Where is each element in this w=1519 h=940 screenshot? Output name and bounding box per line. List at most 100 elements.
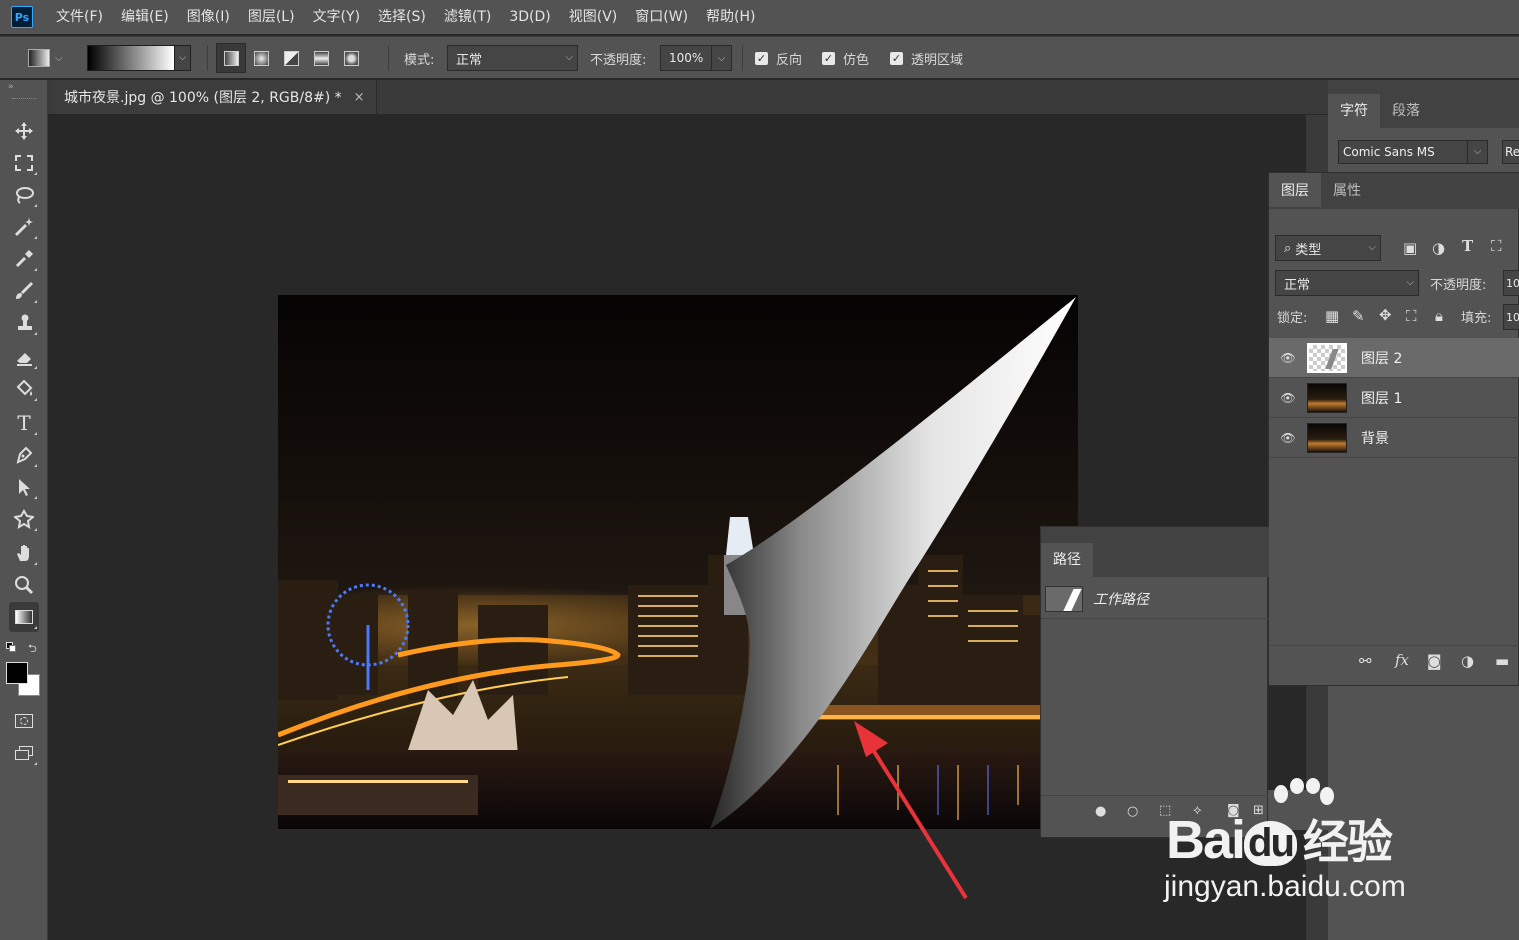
menu-filter[interactable]: 滤镜(T) [435,0,500,34]
diamond-gradient-icon [343,50,359,66]
reverse-checkbox[interactable]: ✓ 反向 [755,37,802,79]
lock-all-icon[interactable]: 🔒︎ [1435,307,1443,325]
marquee-icon [15,155,33,171]
tab-properties[interactable]: 属性 [1321,173,1373,207]
linear-gradient-button[interactable] [216,43,246,73]
diamond-gradient-button[interactable] [336,43,366,73]
menu-image[interactable]: 图像(I) [178,0,239,34]
reflected-gradient-button[interactable] [306,43,336,73]
fill-path-icon[interactable]: ● [1095,804,1106,819]
folder-icon[interactable]: ▬ [1495,652,1509,670]
shape-filter-icon[interactable]: ⛶ [1491,237,1502,255]
eye-icon[interactable]: 👁︎ [1269,431,1307,445]
lock-transparent-pixels-icon[interactable]: ▦ [1325,307,1339,325]
menu-select[interactable]: 选择(S) [369,0,435,34]
clone-stamp-tool[interactable] [9,308,39,338]
annotation-arrow [854,721,968,900]
fill-input[interactable]: 10 [1503,304,1519,330]
custom-shape-tool[interactable] [9,504,39,534]
tab-layers[interactable]: 图层 [1269,173,1321,207]
gradient-tool[interactable] [9,602,39,632]
opacity-input[interactable]: 100% [660,45,712,71]
menu-help[interactable]: 帮助(H) [697,0,764,34]
chevron-down-icon[interactable]: ⌵ [175,45,191,71]
eraser-icon [17,353,32,366]
mode-dropdown[interactable]: 正常 ⌵ [447,45,578,71]
shape-icon [14,509,34,529]
tab-paragraph[interactable]: 段落 [1380,94,1432,128]
document-tab[interactable]: 城市夜景.jpg @ 100% (图层 2, RGB/8#) * × [52,80,377,114]
layer-filter-value: 类型 [1295,242,1322,258]
lock-artboard-icon[interactable]: ⛶ [1406,307,1417,325]
gradient-picker[interactable]: ⌵ [87,37,191,79]
path-selection-tool[interactable] [9,472,39,502]
move-tool[interactable] [9,116,39,146]
menu-file[interactable]: 文件(F) [47,0,112,34]
type-filter-icon[interactable]: T [1462,237,1473,255]
eraser-tool[interactable] [9,342,39,372]
image-filter-icon[interactable]: ▣ [1403,239,1417,257]
tool-preset-picker[interactable]: ⌵ [28,37,63,79]
paint-bucket-tool[interactable] [9,374,39,404]
dither-checkbox[interactable]: ✓ 仿色 [822,37,869,79]
tab-character[interactable]: 字符 [1328,94,1380,128]
eyedropper-tool[interactable] [9,244,39,274]
layer-row-layer-2[interactable]: 👁︎ 图层 2 [1269,338,1519,378]
radial-gradient-button[interactable] [246,43,276,73]
type-tool[interactable]: T [9,408,39,438]
collapse-arrows-icon[interactable]: » [8,82,14,92]
marquee-tool[interactable] [9,148,39,178]
swap-colors-icon[interactable]: ⮌ [28,640,37,659]
blend-mode-dropdown[interactable]: 正常 ⌵ [1275,270,1419,296]
menu-window[interactable]: 窗口(W) [626,0,697,34]
pen-tool[interactable] [9,440,39,470]
adjustment-filter-icon[interactable]: ◑ [1432,239,1445,257]
adjustment-layer-icon[interactable]: ◑ [1461,652,1474,670]
layer-row-background[interactable]: 👁︎ 背景 [1269,418,1519,458]
layer-opacity-input[interactable]: 10 [1503,270,1519,296]
layer-name: 背景 [1361,430,1389,447]
screen-mode-button[interactable] [9,738,39,768]
arrow-pointer-icon [19,479,30,496]
transparency-checkbox[interactable]: ✓ 透明区域 [890,37,963,79]
lock-position-icon[interactable]: ✥ [1379,306,1392,324]
dither-label: 仿色 [843,52,870,68]
tab-paths[interactable]: 路径 [1041,543,1093,577]
opacity-slider-toggle[interactable]: ⌵ [712,45,732,71]
font-family-dropdown[interactable]: Comic Sans MS ⌵ [1338,140,1488,164]
gradient-swatch[interactable] [87,45,175,71]
magic-wand-tool[interactable] [9,212,39,242]
menu-edit[interactable]: 编辑(E) [112,0,178,34]
quick-mask-button[interactable] [9,706,39,736]
screen-mode-icon [15,746,33,760]
hand-tool[interactable] [9,538,39,568]
foreground-color-swatch[interactable] [6,662,28,684]
fx-icon[interactable]: fx [1395,651,1409,669]
layer-filter-dropdown[interactable]: ⌕ 类型 ⌵ [1275,235,1381,261]
watermark-text: 经验 [1302,816,1393,868]
angle-gradient-button[interactable] [276,43,306,73]
link-layers-icon[interactable]: ⚯ [1359,652,1372,670]
menu-layer[interactable]: 图层(L) [239,0,304,34]
opacity-value: 100% [669,51,704,65]
lock-label: 锁定: [1277,311,1308,326]
layer-row-layer-1[interactable]: 👁︎ 图层 1 [1269,378,1519,418]
menu-3d[interactable]: 3D(D) [500,0,559,34]
menu-bar: Ps 文件(F) 编辑(E) 图像(I) 图层(L) 文字(Y) 选择(S) 滤… [0,0,1519,34]
zoom-tool[interactable] [9,570,39,600]
close-icon[interactable]: × [354,90,365,105]
lasso-tool[interactable] [9,180,39,210]
stamp-icon [18,314,32,330]
brush-tool[interactable] [9,276,39,306]
menu-view[interactable]: 视图(V) [560,0,627,34]
layers-panel: 图层 属性 ⌕ 类型 ⌵ ▣ ◑ T ⛶ 正常 ⌵ 不透明度: 10 锁定: ▦… [1268,172,1519,686]
eye-icon[interactable]: 👁︎ [1269,391,1307,405]
lock-image-pixels-icon[interactable]: ✎ [1352,307,1365,325]
menu-type[interactable]: 文字(Y) [304,0,369,34]
path-row-work-path[interactable]: 工作路径 [1041,579,1269,619]
eye-icon[interactable]: 👁︎ [1269,351,1307,365]
stroke-path-icon[interactable]: ○ [1127,804,1138,819]
font-style-dropdown[interactable]: Re [1502,140,1519,164]
default-colors-icon[interactable] [6,642,16,652]
add-mask-icon[interactable]: ◙ [1427,652,1442,670]
